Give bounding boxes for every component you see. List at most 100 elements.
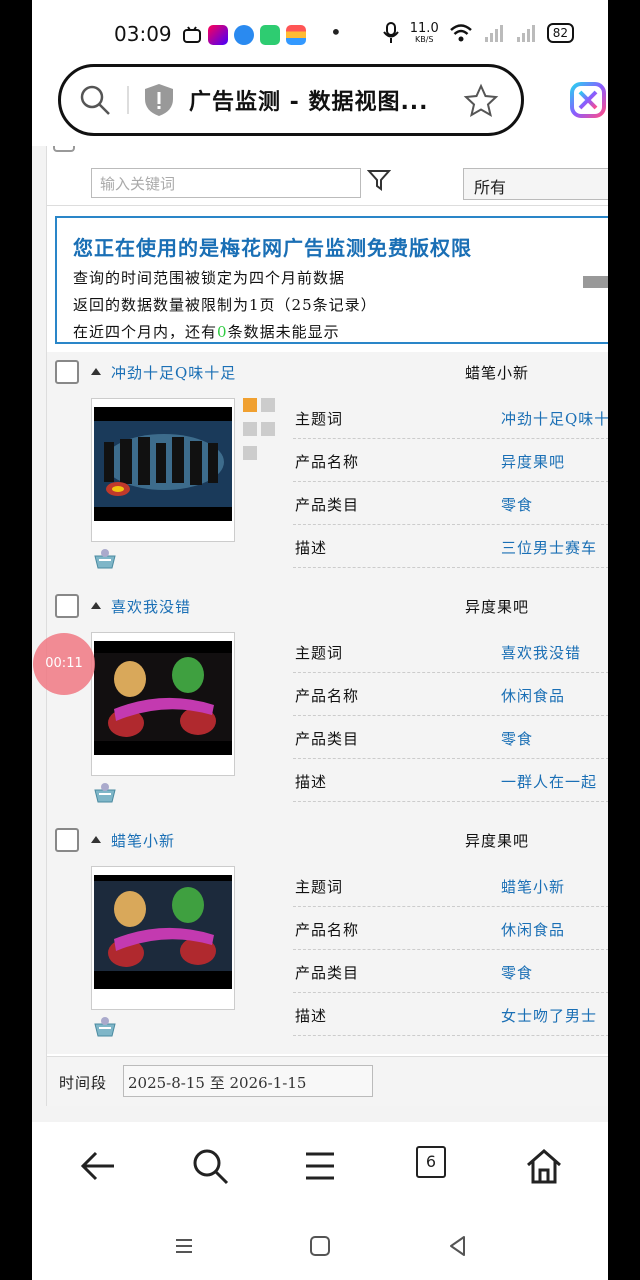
- basket-icon[interactable]: [93, 548, 117, 570]
- field-label: 主题词: [295, 410, 344, 428]
- back-arrow-icon[interactable]: [78, 1146, 118, 1186]
- status-app-icons: [182, 25, 306, 45]
- record-header: 喜欢我没错 异度果吧: [47, 586, 608, 620]
- field-label: 产品类目: [295, 730, 360, 748]
- app-feather-icon: [234, 25, 254, 45]
- record-brand: 蜡笔小新: [465, 364, 530, 382]
- notice-line-3-prefix: 在近四个月内，还有: [73, 323, 218, 341]
- field-value[interactable]: 休闲食品: [501, 685, 565, 706]
- basket-icon[interactable]: [93, 1016, 117, 1038]
- record-title[interactable]: 喜欢我没错: [111, 596, 191, 617]
- status-time: 03:09: [114, 22, 172, 46]
- signal-icon: [484, 25, 503, 42]
- field-label: 主题词: [295, 878, 344, 896]
- field-value[interactable]: 三位男士赛车: [501, 537, 597, 558]
- page-content: 输入关键词 所有 您正在使用的是梅花网广告监测免费版权限 查询的时间范围被锁定为…: [32, 146, 608, 1122]
- field-label: 产品名称: [295, 687, 360, 705]
- field-value[interactable]: 蜡笔小新: [501, 876, 565, 897]
- record-checkbox[interactable]: [55, 594, 79, 618]
- select-all-checkbox[interactable]: [53, 146, 75, 152]
- category-select[interactable]: 所有: [463, 168, 608, 200]
- collapse-icon[interactable]: [91, 836, 101, 843]
- time-range-field[interactable]: 2025-8-15 至 2026-1-15: [123, 1065, 373, 1097]
- home-icon[interactable]: [524, 1146, 564, 1186]
- field-label: 产品名称: [295, 921, 360, 939]
- record-header: 蜡笔小新 异度果吧: [47, 820, 608, 854]
- extension-icon[interactable]: [568, 80, 608, 120]
- field-label: 产品类目: [295, 964, 360, 982]
- media-type-indicator: [243, 398, 283, 470]
- app-star-icon: [208, 25, 228, 45]
- record-fields: 主题词 蜡笔小新 产品名称 休闲食品 产品类目 零食 描述 女士吻了男士: [293, 864, 608, 1036]
- record-brand: 异度果吧: [465, 598, 530, 616]
- media-type-square: [261, 398, 275, 412]
- ad-record: 冲劲十足Q味十足 蜡笔小新 主题词 冲劲十足Q味十足 产品名称 异度果吧: [47, 352, 608, 586]
- record-fields: 主题词 喜欢我没错 产品名称 休闲食品 产品类目 零食 描述 一群人在一起: [293, 630, 608, 802]
- browser-address-bar: 广告监测 - 数据视图...: [32, 64, 608, 146]
- field-category: 产品类目 零食: [293, 716, 608, 759]
- ad-record: 喜欢我没错 异度果吧 主题词 喜欢我没错 产品名称 休闲食品 产品类目 零食 描…: [47, 586, 608, 820]
- notice-line-2: 返回的数据数量被限制为1页（25条记录）: [73, 296, 377, 314]
- time-range-row: 时间段 2025-8-15 至 2026-1-15: [47, 1056, 608, 1106]
- tabs-button[interactable]: 6: [416, 1146, 456, 1186]
- menu-icon[interactable]: [300, 1146, 340, 1186]
- free-version-notice: 您正在使用的是梅花网广告监测免费版权限 查询的时间范围被锁定为四个月前数据 返回…: [55, 216, 608, 344]
- field-product: 产品名称 异度果吧: [293, 439, 608, 482]
- field-value[interactable]: 喜欢我没错: [501, 642, 581, 663]
- basket-icon[interactable]: [93, 782, 117, 804]
- field-product: 产品名称 休闲食品: [293, 907, 608, 950]
- record-title[interactable]: 蜡笔小新: [111, 830, 175, 851]
- shield-icon[interactable]: [143, 83, 175, 117]
- field-category: 产品类目 零食: [293, 482, 608, 525]
- media-type-square: [243, 446, 257, 460]
- field-value[interactable]: 异度果吧: [501, 451, 565, 472]
- record-title[interactable]: 冲劲十足Q味十足: [111, 362, 236, 383]
- record-brand: 异度果吧: [465, 832, 530, 850]
- field-value[interactable]: 一群人在一起: [501, 771, 597, 792]
- bookmark-star-icon[interactable]: [463, 83, 499, 119]
- page-title[interactable]: 广告监测 - 数据视图...: [189, 84, 429, 116]
- record-checkbox[interactable]: [55, 828, 79, 852]
- search-icon[interactable]: [77, 82, 113, 118]
- field-value[interactable]: 休闲食品: [501, 919, 565, 940]
- keyword-input[interactable]: 输入关键词: [91, 168, 361, 198]
- ad-thumbnail[interactable]: [91, 866, 235, 1010]
- time-range-label: 时间段: [59, 1074, 108, 1092]
- signal-icon-2: [516, 25, 535, 42]
- field-desc: 描述 三位男士赛车: [293, 525, 608, 568]
- media-type-square: [243, 422, 257, 436]
- field-value[interactable]: 冲劲十足Q味十足: [501, 408, 608, 429]
- ad-record: 蜡笔小新 异度果吧 主题词 蜡笔小新 产品名称 休闲食品 产品类目 零食 描述 …: [47, 820, 608, 1054]
- ad-thumbnail[interactable]: [91, 398, 235, 542]
- field-value[interactable]: 零食: [501, 962, 533, 983]
- field-label: 主题词: [295, 644, 344, 662]
- recent-apps-icon[interactable]: [172, 1234, 196, 1258]
- app-wallet-icon: [286, 25, 306, 45]
- field-value[interactable]: 女士吻了男士: [501, 1005, 597, 1026]
- field-value[interactable]: 零食: [501, 494, 533, 515]
- collapse-icon[interactable]: [91, 602, 101, 609]
- ad-thumbnail[interactable]: [91, 632, 235, 776]
- ad-monitor-panel: 输入关键词 所有 您正在使用的是梅花网广告监测免费版权限 查询的时间范围被锁定为…: [46, 146, 608, 1106]
- field-theme: 主题词 蜡笔小新: [293, 864, 608, 907]
- bilibili-icon: [183, 26, 201, 43]
- search-icon[interactable]: [190, 1146, 230, 1186]
- url-field[interactable]: 广告监测 - 数据视图...: [58, 64, 524, 136]
- speed-value: 11.0: [409, 21, 439, 36]
- notice-line-3-suffix: 条数据未能显示: [227, 323, 340, 341]
- record-checkbox[interactable]: [55, 360, 79, 384]
- recording-timer[interactable]: 00:11: [33, 633, 95, 695]
- media-type-square: [243, 398, 257, 412]
- home-square-icon[interactable]: [308, 1234, 332, 1258]
- status-bar: 03:09 • 11.0 KB/S 82: [32, 0, 608, 64]
- back-triangle-icon[interactable]: [446, 1234, 470, 1258]
- field-value[interactable]: 零食: [501, 728, 533, 749]
- field-product: 产品名称 休闲食品: [293, 673, 608, 716]
- browser-toolbar: 6: [32, 1122, 608, 1212]
- tab-count[interactable]: 6: [416, 1146, 446, 1178]
- filter-icon[interactable]: [367, 168, 391, 192]
- arrow-right-icon[interactable]: [581, 262, 608, 302]
- collapse-icon[interactable]: [91, 368, 101, 375]
- thumbnail-image: [94, 641, 232, 755]
- field-theme: 主题词 喜欢我没错: [293, 630, 608, 673]
